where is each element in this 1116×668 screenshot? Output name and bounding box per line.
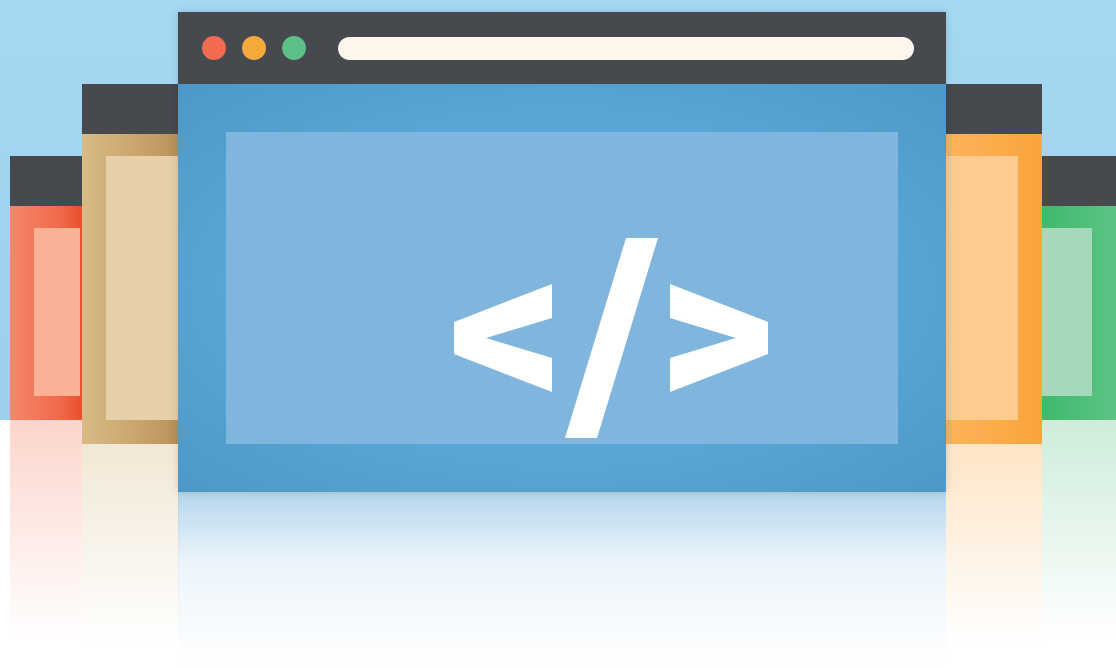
window-body bbox=[10, 206, 82, 420]
main-window-reflection bbox=[178, 492, 946, 668]
background-window-far-left bbox=[10, 156, 82, 420]
left-window-reflection bbox=[82, 444, 179, 644]
maximize-dot-icon[interactable] bbox=[282, 36, 306, 60]
background-window-right bbox=[946, 84, 1042, 444]
main-browser-window bbox=[178, 12, 946, 492]
code-brackets-icon bbox=[454, 238, 768, 438]
window-content-panel bbox=[946, 156, 1018, 420]
minimize-dot-icon[interactable] bbox=[242, 36, 266, 60]
background-window-far-right bbox=[1042, 156, 1116, 420]
slash-icon bbox=[565, 238, 658, 438]
right-angle-bracket-icon bbox=[670, 284, 768, 392]
far-right-window-reflection bbox=[1042, 420, 1116, 640]
window-content-panel bbox=[1042, 228, 1092, 396]
address-bar[interactable] bbox=[338, 37, 914, 60]
background-window-left bbox=[82, 84, 179, 444]
window-body bbox=[1042, 206, 1116, 420]
right-window-reflection bbox=[946, 444, 1042, 644]
window-title-bar bbox=[82, 84, 179, 134]
window-title-bar bbox=[1042, 156, 1116, 206]
content-panel bbox=[226, 132, 898, 444]
window-content-panel bbox=[106, 156, 179, 420]
far-left-window-reflection bbox=[10, 420, 82, 640]
browser-title-bar bbox=[178, 12, 946, 84]
left-angle-bracket-icon bbox=[454, 284, 552, 392]
window-body bbox=[946, 134, 1042, 444]
window-title-bar bbox=[946, 84, 1042, 134]
close-dot-icon[interactable] bbox=[202, 36, 226, 60]
browser-content-area bbox=[178, 84, 946, 492]
window-title-bar bbox=[10, 156, 82, 206]
window-content-panel bbox=[34, 228, 80, 396]
window-body bbox=[82, 134, 179, 444]
